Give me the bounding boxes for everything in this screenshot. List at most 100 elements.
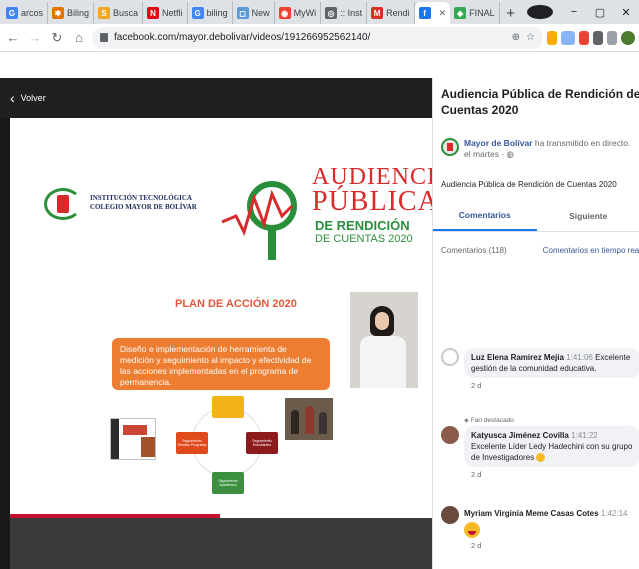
forward-arrow-icon[interactable]: → (26, 30, 44, 45)
tab-favicon-icon: ◉ (278, 7, 291, 19)
video-player[interactable]: ‹ Volver INSTITUCIÓN TECNOLÓGICA COLEGIO… (0, 78, 432, 569)
back-arrow-icon[interactable]: ← (4, 30, 22, 45)
post-time[interactable]: el martes · ◍ (464, 149, 514, 159)
magnifier-handle (268, 226, 276, 260)
page-name-link[interactable]: Mayor de Bolívar (464, 138, 533, 148)
browser-tab[interactable]: ◻ New (233, 2, 275, 24)
reading-list-icon[interactable] (607, 30, 617, 45)
page-top-band (0, 52, 639, 78)
tab-label: Busca (113, 8, 139, 18)
cycle-node-top (212, 396, 244, 418)
comment-item: Myriam Virginia Meme Casas Cotes 1:42:14… (441, 506, 639, 550)
browser-tab[interactable]: Garcos (2, 2, 49, 24)
page-action: ha transmitido en directo. (532, 138, 631, 148)
panel-tabs: Comentarios Siguiente (433, 200, 639, 232)
browser-tab[interactable]: Gbiling (188, 2, 233, 24)
comment-author[interactable]: Myriam Virginia Meme Casas Cotes (464, 509, 599, 518)
browser-tab[interactable]: M Rendi (367, 2, 415, 24)
page-avatar[interactable] (441, 138, 459, 156)
browser-tab[interactable]: ◆ FINAL (450, 2, 500, 24)
window-controls: − ▢ ✕ (527, 0, 639, 24)
close-window-button[interactable]: ✕ (613, 6, 639, 19)
presenter-body (360, 336, 406, 388)
cycle-node-left: Seguimiento Efectivo Programa (176, 432, 208, 454)
comment-timestamp[interactable]: 1:41:06 (566, 353, 593, 362)
cycle-diagram: Seguimiento Efectivo Programa Seguimient… (170, 396, 300, 511)
presenter-webcam (350, 292, 418, 388)
comment-author[interactable]: Katyusca Jiménez Covilla (471, 431, 569, 440)
tab-label: MyWi (293, 8, 317, 18)
extension-square-icon[interactable] (561, 30, 575, 45)
plan-title: PLAN DE ACCIÓN 2020 (175, 298, 297, 310)
tab-favicon-icon: S (98, 7, 111, 19)
comment-item: Luz Elena Ramirez Mejia 1:41:06 Excelent… (441, 348, 639, 390)
comment-timestamp[interactable]: 1:41:22 (571, 431, 598, 440)
zoom-icon[interactable]: ⊕ (512, 32, 520, 43)
browser-tab[interactable]: f ✕ (414, 2, 451, 24)
tab-label: Biling (67, 8, 90, 18)
browser-tab[interactable]: ✱ Biling (48, 2, 95, 24)
extension-bars-icon[interactable] (579, 30, 589, 45)
home-icon[interactable]: ⌂ (70, 30, 88, 45)
comment-bubble: Katyusca Jiménez Covilla 1:41:22 Excelen… (464, 426, 639, 467)
new-tab-button[interactable]: + (500, 2, 522, 24)
comment-item: ◈ Fan destacado Katyusca Jiménez Covilla… (441, 416, 639, 479)
comments-header: Comentarios (118) Comentarios en tiempo … (441, 246, 639, 255)
browser-tab[interactable]: ◉ MyWi (275, 2, 322, 24)
comment-age[interactable]: 2 d (464, 381, 639, 390)
commenter-avatar[interactable] (441, 426, 459, 444)
comment-text: Excelente Líder Ledy Hadechini con su gr… (471, 442, 633, 462)
maximize-button[interactable]: ▢ (587, 6, 613, 19)
comment-age[interactable]: 2 d (464, 470, 639, 479)
tab-label: Rendi (386, 8, 410, 18)
extension-puzzle-icon[interactable] (593, 30, 603, 45)
heart-eyes-emoji-icon (464, 522, 480, 538)
account-icon[interactable] (527, 5, 553, 19)
commenter-avatar[interactable] (441, 506, 459, 524)
lock-icon[interactable] (100, 33, 108, 42)
tab-favicon-icon: f (418, 7, 431, 19)
back-link[interactable]: Volver (21, 93, 46, 103)
institution-name: INSTITUCIÓN TECNOLÓGICA COLEGIO MAYOR DE… (90, 194, 197, 211)
comment-age[interactable]: 2 d (464, 541, 628, 550)
browser-tab[interactable]: S Busca (94, 2, 144, 24)
profile-avatar-icon[interactable] (621, 30, 635, 45)
slide-title-line4: DE CUENTAS 2020 (315, 233, 413, 245)
comment-timestamp[interactable]: 1:42:14 (601, 509, 628, 518)
tab-close-icon[interactable]: ✕ (439, 8, 447, 19)
comment-author[interactable]: Luz Elena Ramirez Mejia (471, 353, 564, 362)
clap-emoji-icon (536, 453, 546, 463)
url-text[interactable]: facebook.com/mayor.debolivar/videos/1912… (114, 32, 506, 43)
browser-tab[interactable]: ◎:: Inst (321, 2, 368, 24)
browser-tab-strip: Garcos ✱ Biling S Busca N Netfli Gbiling ◻ New ◉ My… (0, 0, 639, 24)
chevron-left-icon[interactable]: ‹ (10, 90, 15, 106)
realtime-comments-link[interactable]: Comentarios en tiempo real (543, 246, 639, 255)
tab-favicon-icon: ◻ (236, 7, 249, 19)
slide-title-line3: DE RENDICIÓN (315, 218, 410, 233)
tab-next[interactable]: Siguiente (537, 200, 639, 231)
thumb-strip (111, 419, 119, 459)
video-description: Audiencia Pública de Rendición de Cuenta… (441, 180, 617, 189)
tab-comments[interactable]: Comentarios (433, 200, 537, 231)
tab-label: :: Inst (340, 8, 363, 18)
tab-favicon-icon: ◆ (454, 7, 467, 19)
page-info-text: Mayor de Bolívar ha transmitido en direc… (464, 138, 630, 160)
tab-favicon-icon: ◎ (325, 7, 338, 19)
extension-key-icon[interactable] (547, 30, 557, 45)
star-icon[interactable]: ☆ (526, 32, 535, 43)
address-bar[interactable]: facebook.com/mayor.debolivar/videos/1912… (92, 26, 543, 49)
minimize-button[interactable]: − (561, 6, 587, 18)
presenter-face (375, 312, 389, 330)
comment-body: Myriam Virginia Meme Casas Cotes 1:42:14 (464, 506, 628, 538)
tab-favicon-icon: G (6, 7, 18, 19)
person-figure (305, 406, 314, 434)
tab-favicon-icon: ✱ (52, 7, 65, 19)
browser-tab[interactable]: N Netfli (143, 2, 188, 24)
document-thumbnail (110, 418, 156, 460)
tab-favicon-icon: G (191, 7, 204, 19)
browser-toolbar: ← → ↻ ⌂ facebook.com/mayor.debolivar/vid… (0, 24, 639, 52)
commenter-avatar[interactable] (441, 348, 459, 366)
fan-badge: ◈ Fan destacado (464, 417, 514, 424)
cycle-node-right: Seguimiento Estudiantes (246, 432, 278, 454)
reload-icon[interactable]: ↻ (48, 30, 66, 46)
